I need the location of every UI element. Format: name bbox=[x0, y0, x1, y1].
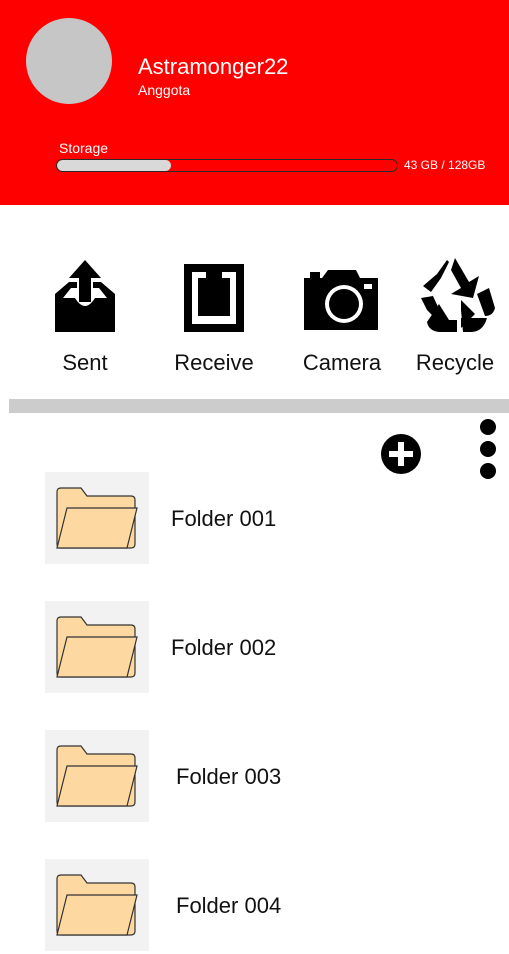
more-vertical-icon[interactable] bbox=[478, 418, 498, 480]
storage-progress-bar bbox=[56, 159, 398, 172]
storage-usage-text: 43 GB / 128GB bbox=[404, 158, 486, 172]
folder-item[interactable]: Folder 004 bbox=[45, 859, 485, 954]
sent-label: Sent bbox=[62, 350, 108, 375]
folder-item[interactable]: Folder 002 bbox=[45, 601, 485, 696]
folder-name: Folder 004 bbox=[176, 893, 282, 918]
add-circle-icon[interactable] bbox=[380, 433, 422, 475]
recycle-label: Recycle bbox=[415, 350, 495, 375]
folder-icon bbox=[56, 745, 138, 807]
camera-label: Camera bbox=[302, 350, 382, 375]
folder-icon bbox=[56, 487, 138, 549]
recycle-icon bbox=[421, 258, 495, 332]
folder-thumbnail bbox=[45, 730, 149, 822]
recycle-button[interactable]: Recycle bbox=[405, 252, 505, 382]
user-role: Anggota bbox=[138, 82, 191, 98]
folder-item[interactable]: Folder 003 bbox=[45, 730, 485, 825]
upload-tray-icon bbox=[55, 260, 115, 332]
camera-icon bbox=[304, 270, 378, 330]
storage-progress-fill bbox=[57, 160, 172, 171]
receive-label: Receive bbox=[174, 350, 254, 375]
camera-button[interactable]: Camera bbox=[292, 252, 392, 382]
quick-actions: Sent Receive Camera Recycle bbox=[0, 252, 509, 392]
folder-thumbnail bbox=[45, 859, 149, 951]
username: Astramonger22 bbox=[138, 54, 289, 79]
folder-thumbnail bbox=[45, 472, 149, 564]
download-tray-icon bbox=[182, 258, 246, 332]
avatar[interactable] bbox=[26, 18, 112, 104]
profile-header: Astramonger22 Anggota Storage 43 GB / 12… bbox=[0, 0, 509, 205]
receive-button[interactable]: Receive bbox=[164, 252, 264, 382]
folder-item[interactable]: Folder 001 bbox=[45, 472, 485, 567]
sent-button[interactable]: Sent bbox=[35, 252, 135, 382]
storage-label: Storage bbox=[59, 140, 109, 156]
folder-name: Folder 003 bbox=[176, 764, 282, 789]
folder-name: Folder 002 bbox=[171, 635, 277, 660]
section-divider bbox=[9, 399, 509, 413]
folder-name: Folder 001 bbox=[171, 506, 277, 531]
folder-thumbnail bbox=[45, 601, 149, 693]
folder-icon bbox=[56, 874, 138, 936]
folder-icon bbox=[56, 616, 138, 678]
